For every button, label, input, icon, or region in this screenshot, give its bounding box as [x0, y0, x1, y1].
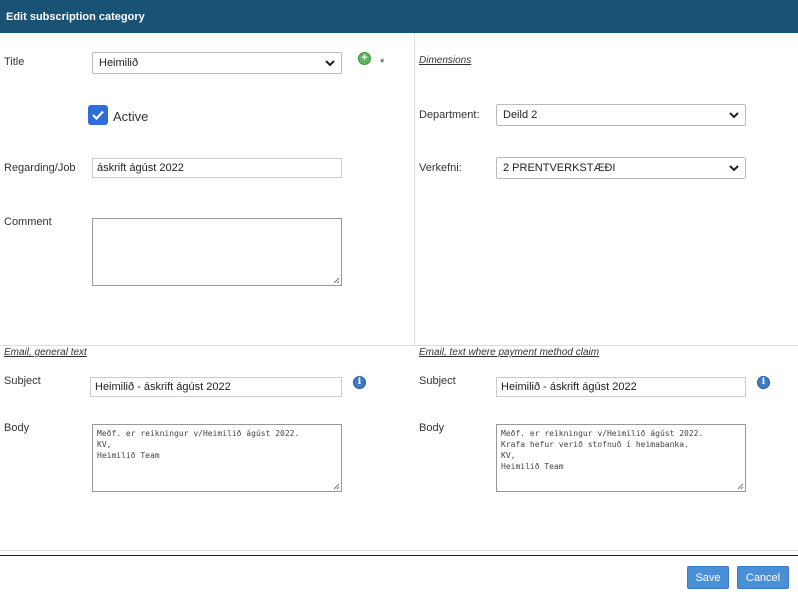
dialog-titlebar: Edit subscription category	[0, 0, 798, 33]
save-button[interactable]: Save	[687, 566, 729, 589]
cancel-button[interactable]: Cancel	[737, 566, 789, 589]
section-divider	[0, 345, 798, 346]
chevron-down-icon	[729, 165, 739, 172]
title-select-value: Heimilið	[99, 57, 139, 69]
dialog-title: Edit subscription category	[6, 11, 145, 23]
email-general-heading: Email, general text	[4, 347, 87, 358]
general-body-textarea[interactable]: Meðf. er reikningur v/Heimilið ágúst 202…	[92, 424, 342, 492]
verkefni-label: Verkefni:	[419, 162, 462, 174]
chevron-down-icon	[729, 112, 739, 119]
claim-subject-label: Subject	[419, 375, 456, 387]
title-select[interactable]: Heimilið	[92, 52, 342, 74]
general-subject-label: Subject	[4, 375, 41, 387]
department-select-value: Deild 2	[503, 109, 538, 121]
general-body-label: Body	[4, 422, 30, 434]
required-marker: *	[380, 57, 385, 69]
claim-subject-input[interactable]: Heimilið - áskrift ágúst 2022	[496, 377, 746, 397]
resize-grip-icon[interactable]	[333, 277, 340, 284]
regarding-input[interactable]: áskrift ágúst 2022	[92, 158, 342, 178]
regarding-label: Regarding/Job	[4, 162, 76, 174]
comment-textarea[interactable]	[92, 218, 342, 286]
department-select[interactable]: Deild 2	[496, 104, 746, 126]
title-label: Title	[4, 56, 25, 68]
active-label: Active	[113, 109, 149, 124]
comment-label: Comment	[4, 216, 52, 228]
resize-grip-icon[interactable]	[333, 483, 340, 490]
resize-grip-icon[interactable]	[737, 483, 744, 490]
add-icon[interactable]: +	[358, 52, 371, 65]
footer-divider-light	[0, 550, 798, 551]
verkefni-select[interactable]: 2 PRENTVERKSTÆÐI	[496, 157, 746, 179]
chevron-down-icon	[325, 60, 335, 67]
claim-body-textarea[interactable]: Meðf. er reikningur v/Heimilið ágúst 202…	[496, 424, 746, 492]
general-subject-input[interactable]: Heimilið - áskrift ágúst 2022	[90, 377, 342, 397]
column-divider	[414, 33, 415, 345]
checkmark-icon	[92, 110, 104, 121]
department-label: Department:	[419, 109, 480, 121]
email-claim-heading: Email, text where payment method claim	[419, 347, 600, 358]
dimensions-heading: Dimensions	[419, 55, 472, 66]
active-checkbox[interactable]	[88, 105, 108, 125]
info-icon[interactable]: i	[757, 376, 770, 389]
info-icon[interactable]: i	[353, 376, 366, 389]
claim-body-label: Body	[419, 422, 445, 434]
verkefni-select-value: 2 PRENTVERKSTÆÐI	[503, 162, 616, 174]
footer-divider	[0, 555, 798, 556]
